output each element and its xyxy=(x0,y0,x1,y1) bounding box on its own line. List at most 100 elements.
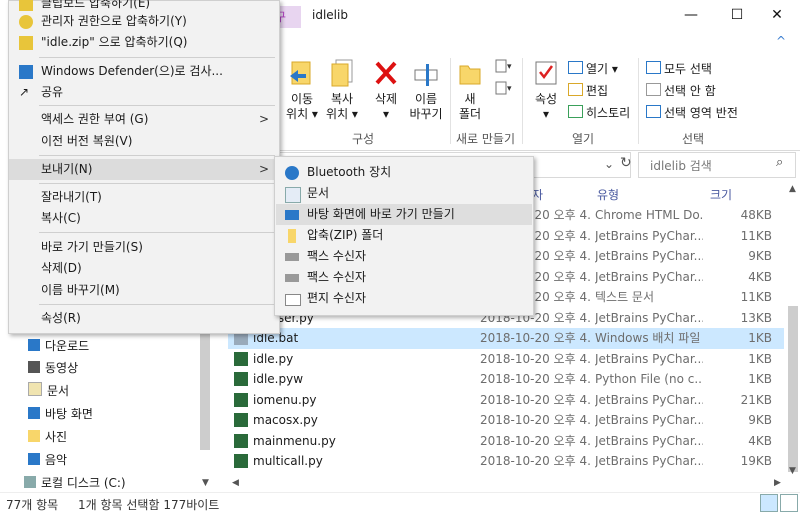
file-row[interactable]: iomenu.py 2018-10-20 오후 4... JetBrains PyC… xyxy=(228,390,784,411)
move-to-label-1: 이동 xyxy=(290,92,314,106)
menu-label: 삭제(D) xyxy=(41,261,82,275)
file-row[interactable]: idle.pyw 2018-10-20 오후 4... Python File (n… xyxy=(228,369,784,390)
file-type: JetBrains PyChar... xyxy=(595,351,703,366)
new-item-icon[interactable]: ▾ xyxy=(494,58,514,77)
open-button[interactable]: 열기 ▾ xyxy=(568,60,618,78)
scroll-up-icon[interactable]: ▲ xyxy=(789,184,796,194)
file-size: 11KB xyxy=(740,228,772,243)
nav-item-pictures[interactable]: 사진 xyxy=(28,426,67,448)
move-to-button[interactable]: 이동 위치 ▾ xyxy=(284,58,320,122)
menu-item-create-shortcut[interactable]: 바로 가기 만들기(S) xyxy=(9,237,279,258)
menu-item-rename[interactable]: 이름 바꾸기(M) xyxy=(9,280,279,301)
send-to-fax-1[interactable]: 팩스 수신자 xyxy=(276,246,532,267)
admin-archive-icon xyxy=(19,15,33,29)
nav-item-desktop[interactable]: 바탕 화면 xyxy=(28,403,93,425)
ribbon-separator xyxy=(450,58,451,144)
menu-item-copy[interactable]: 복사(C) xyxy=(9,208,279,229)
copy-to-button[interactable]: 복사 위치 ▾ xyxy=(322,58,362,122)
menu-label: 액세스 권한 부여 (G) xyxy=(41,112,149,126)
file-type: Chrome HTML Do... xyxy=(595,208,703,222)
menu-item-share[interactable]: ↗ 공유 xyxy=(9,82,279,103)
properties-button[interactable]: 속성 ▾ xyxy=(530,58,562,122)
item-count: 77개 항목 xyxy=(6,498,59,512)
nav-item-music[interactable]: 음악 xyxy=(28,449,67,471)
invert-selection-button[interactable]: 선택 영역 반전 xyxy=(646,104,738,122)
submenu-label: 압축(ZIP) 폴더 xyxy=(307,228,384,242)
select-none-button[interactable]: 선택 안 함 xyxy=(646,82,716,100)
nav-item-local-disk[interactable]: 로컬 디스크 (C:) xyxy=(24,472,126,494)
scroll-right-icon[interactable]: ▶ xyxy=(774,478,781,488)
menu-item-send-to[interactable]: 보내기(N) > xyxy=(9,159,279,180)
delete-label-1: 삭제 xyxy=(374,92,398,106)
close-button[interactable]: ✕ xyxy=(754,0,800,30)
send-to-mail[interactable]: 편지 수신자 xyxy=(276,288,532,309)
submenu-label: 팩스 수신자 xyxy=(307,249,367,263)
scroll-down-icon[interactable]: ▼ xyxy=(789,466,796,476)
nav-item-videos[interactable]: 동영상 xyxy=(28,357,78,379)
minimize-button[interactable]: — xyxy=(668,0,714,30)
nav-item-downloads[interactable]: 다운로드 xyxy=(28,335,89,357)
rename-label-2: 바꾸기 xyxy=(409,107,443,121)
file-name: idle.py xyxy=(253,351,294,366)
ribbon: 이동 위치 ▾ 복사 위치 ▾ 삭제 ▾ 이름 바꾸기 구성 새 폴더 ▾ ▾ xyxy=(272,50,800,151)
column-size[interactable]: 크기 xyxy=(710,186,732,203)
ribbon-toggle-icon[interactable]: ^ xyxy=(776,34,786,48)
archive-icon xyxy=(19,0,33,11)
send-to-bluetooth[interactable]: Bluetooth 장치 xyxy=(276,162,532,183)
vertical-scroll-thumb[interactable] xyxy=(788,306,798,472)
nav-scroll-down-icon[interactable]: ▼ xyxy=(202,478,209,488)
easy-access-icon[interactable]: ▾ xyxy=(494,80,514,99)
menu-item-compress-zip[interactable]: "idle.zip" 으로 압축하기(Q) xyxy=(9,32,279,53)
file-type: JetBrains PyChar... xyxy=(595,249,703,263)
send-to-fax-2[interactable]: 팩스 수신자 xyxy=(276,267,532,288)
scroll-left-icon[interactable]: ◀ xyxy=(232,478,239,488)
address-dropdown-icon[interactable]: ⌄ xyxy=(604,157,614,171)
refresh-icon[interactable]: ↻ xyxy=(620,155,632,171)
menu-item-compress-admin[interactable]: 관리자 권한으로 압축하기(Y) xyxy=(9,11,279,32)
nav-scroll-thumb[interactable] xyxy=(200,330,210,450)
menu-item-properties[interactable]: 속성(R) xyxy=(9,308,279,329)
send-to-zip-folder[interactable]: 압축(ZIP) 폴더 xyxy=(276,225,532,246)
menu-item-delete[interactable]: 삭제(D) xyxy=(9,258,279,279)
file-row[interactable]: macosx.py 2018-10-20 오후 4... JetBrains PyC… xyxy=(228,410,784,431)
nav-item-documents[interactable]: 문서 xyxy=(28,380,69,402)
menu-label: 이름 바꾸기(M) xyxy=(41,283,120,297)
file-row[interactable]: idle.bat 2018-10-20 오후 4... Windows 배치 파일 1… xyxy=(228,328,784,349)
file-row[interactable]: mainmenu.py 2018-10-20 오후 4... JetBrains P… xyxy=(228,431,784,452)
file-row[interactable]: multicall.py 2018-10-20 오후 4... JetBrains … xyxy=(228,451,784,472)
delete-button[interactable]: 삭제 ▾ xyxy=(368,58,404,122)
history-button[interactable]: 히스토리 xyxy=(568,104,630,122)
mail-icon xyxy=(285,294,301,306)
menu-item-defender-scan[interactable]: Windows Defender(으)로 검사... xyxy=(9,61,279,82)
select-none-label: 선택 안 함 xyxy=(664,84,716,98)
rename-button[interactable]: 이름 바꾸기 xyxy=(406,58,446,122)
pictures-icon xyxy=(28,430,40,442)
submenu-label: 팩스 수신자 xyxy=(307,270,367,284)
select-all-button[interactable]: 모두 선택 xyxy=(646,60,712,78)
window-title: idlelib xyxy=(312,8,348,22)
menu-item-restore-versions[interactable]: 이전 버전 복원(V) xyxy=(9,131,279,152)
search-icon[interactable]: ⌕ xyxy=(776,155,783,170)
new-folder-label-1: 새 xyxy=(464,92,476,106)
submenu-arrow-icon: > xyxy=(258,112,269,126)
menu-item-cut[interactable]: 잘라내기(T) xyxy=(9,187,279,208)
menu-label: 이전 버전 복원(V) xyxy=(41,134,133,148)
send-to-desktop-shortcut[interactable]: 바탕 화면에 바로 가기 만들기 xyxy=(276,204,532,225)
large-icons-view-icon[interactable] xyxy=(780,494,798,512)
file-row[interactable]: idle.py 2018-10-20 오후 4... JetBrains PyCha… xyxy=(228,349,784,370)
details-view-icon[interactable] xyxy=(760,494,778,512)
menu-label: 관리자 권한으로 압축하기(Y) xyxy=(41,14,187,28)
file-type: JetBrains PyChar... xyxy=(595,228,703,243)
menu-item-give-access[interactable]: 액세스 권한 부여 (G) > xyxy=(9,109,279,130)
column-type[interactable]: 유형 xyxy=(597,186,619,203)
new-group-label: 새로 만들기 xyxy=(456,132,516,146)
nav-label: 다운로드 xyxy=(45,339,90,353)
nav-label: 바탕 화면 xyxy=(45,407,93,421)
edit-button[interactable]: 편집 xyxy=(568,82,608,100)
file-type: JetBrains PyChar... xyxy=(595,454,703,468)
copy-to-label-1: 복사 xyxy=(330,92,354,106)
rename-label-1: 이름 xyxy=(414,92,438,106)
send-to-documents[interactable]: 문서 xyxy=(276,183,532,204)
new-folder-button[interactable]: 새 폴더 xyxy=(456,58,484,122)
history-label: 히스토리 xyxy=(586,106,631,120)
